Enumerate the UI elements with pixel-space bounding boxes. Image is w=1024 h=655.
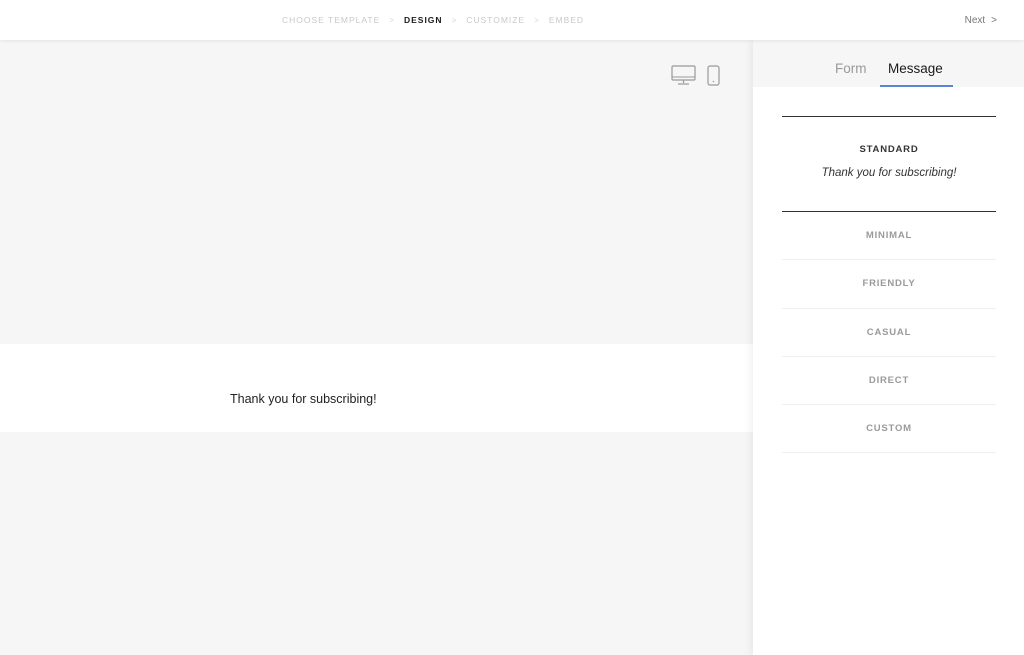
top-bar: CHOOSE TEMPLATE > DESIGN > CUSTOMIZE > E… — [0, 0, 1024, 40]
step-separator: > — [389, 15, 395, 25]
wizard-steps: CHOOSE TEMPLATE > DESIGN > CUSTOMIZE > E… — [282, 0, 584, 40]
message-style-option-standard[interactable]: STANDARD Thank you for subscribing! — [782, 116, 996, 212]
next-button-label: Next — [964, 14, 986, 26]
settings-panel: Form Message STANDARD Thank you for subs… — [753, 40, 1024, 655]
message-style-option-custom[interactable]: CUSTOM — [782, 405, 996, 454]
step-embed[interactable]: EMBED — [549, 15, 584, 25]
step-customize[interactable]: CUSTOMIZE — [466, 15, 525, 25]
tab-message[interactable]: Message — [888, 61, 943, 76]
active-tab-indicator — [880, 85, 953, 87]
desktop-icon[interactable] — [671, 65, 696, 91]
option-title: STANDARD — [859, 144, 919, 155]
message-preview-band: Thank you for subscribing! — [0, 344, 753, 432]
preview-canvas: Thank you for subscribing! — [0, 40, 753, 655]
mobile-icon[interactable] — [707, 65, 720, 91]
message-style-list: STANDARD Thank you for subscribing! MINI… — [782, 116, 996, 454]
next-button[interactable]: Next > — [965, 0, 997, 40]
chevron-right-icon: > — [991, 14, 997, 26]
tab-form[interactable]: Form — [835, 61, 867, 76]
message-style-option-direct[interactable]: DIRECT — [782, 357, 996, 406]
option-preview-text: Thank you for subscribing! — [821, 167, 957, 179]
step-separator: > — [451, 15, 458, 25]
message-style-option-minimal[interactable]: MINIMAL — [782, 212, 996, 261]
message-preview-text: Thank you for subscribing! — [230, 392, 377, 406]
message-style-option-friendly[interactable]: FRIENDLY — [782, 260, 996, 309]
step-choose-template[interactable]: CHOOSE TEMPLATE — [282, 15, 380, 25]
step-design[interactable]: DESIGN — [404, 15, 443, 25]
device-toggles — [671, 65, 720, 91]
message-style-option-casual[interactable]: CASUAL — [782, 309, 996, 357]
step-separator: > — [534, 15, 540, 25]
panel-tabs: Form Message — [753, 40, 1024, 87]
